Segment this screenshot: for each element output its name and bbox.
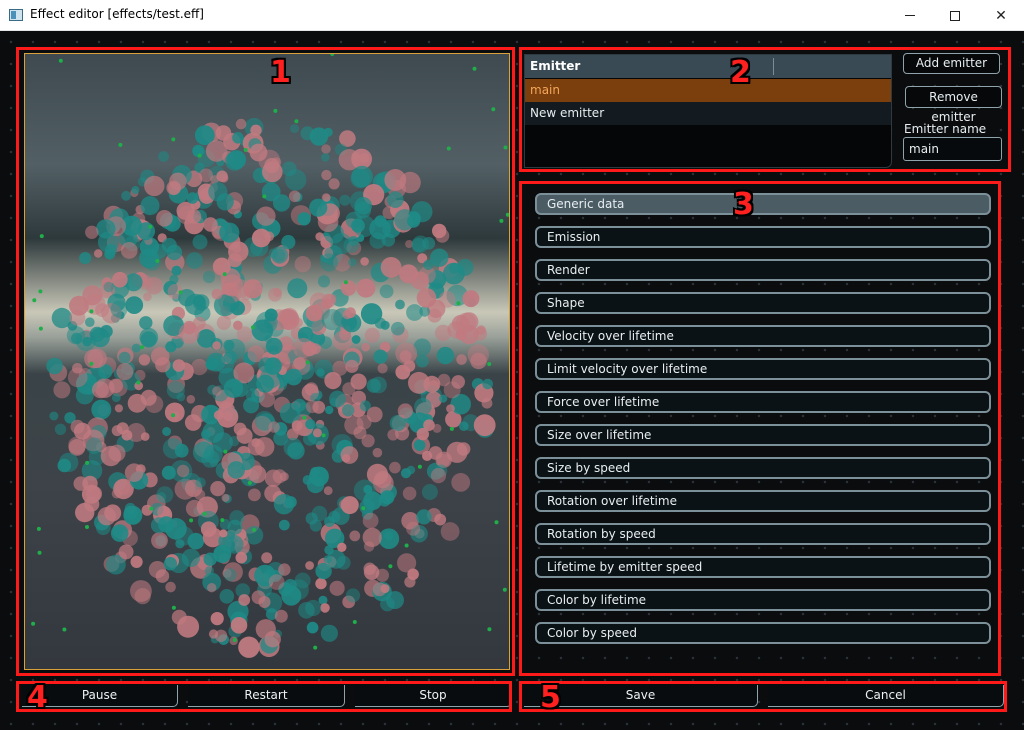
close-button[interactable]: ✕	[978, 0, 1024, 31]
title-bar: Effect editor [effects/test.eff] ✕	[0, 0, 1024, 31]
close-icon: ✕	[995, 7, 1007, 24]
annotation-number-5: 5	[540, 680, 561, 715]
minimize-button[interactable]	[887, 0, 933, 31]
annotation-box-dialog	[519, 681, 1007, 712]
maximize-button[interactable]	[932, 0, 978, 31]
minimize-icon	[905, 15, 915, 16]
maximize-icon	[950, 10, 960, 21]
annotation-box-sections	[519, 181, 1001, 676]
app-icon	[9, 9, 23, 21]
annotation-box-playback	[16, 681, 512, 712]
annotation-number-1: 1	[270, 55, 291, 90]
annotation-box-emitters	[519, 47, 1011, 172]
annotation-number-2: 2	[730, 55, 751, 90]
annotation-box-preview	[16, 47, 515, 676]
annotation-number-4: 4	[27, 680, 48, 715]
annotation-number-3: 3	[733, 187, 754, 222]
window-title: Effect editor [effects/test.eff]	[30, 7, 204, 21]
